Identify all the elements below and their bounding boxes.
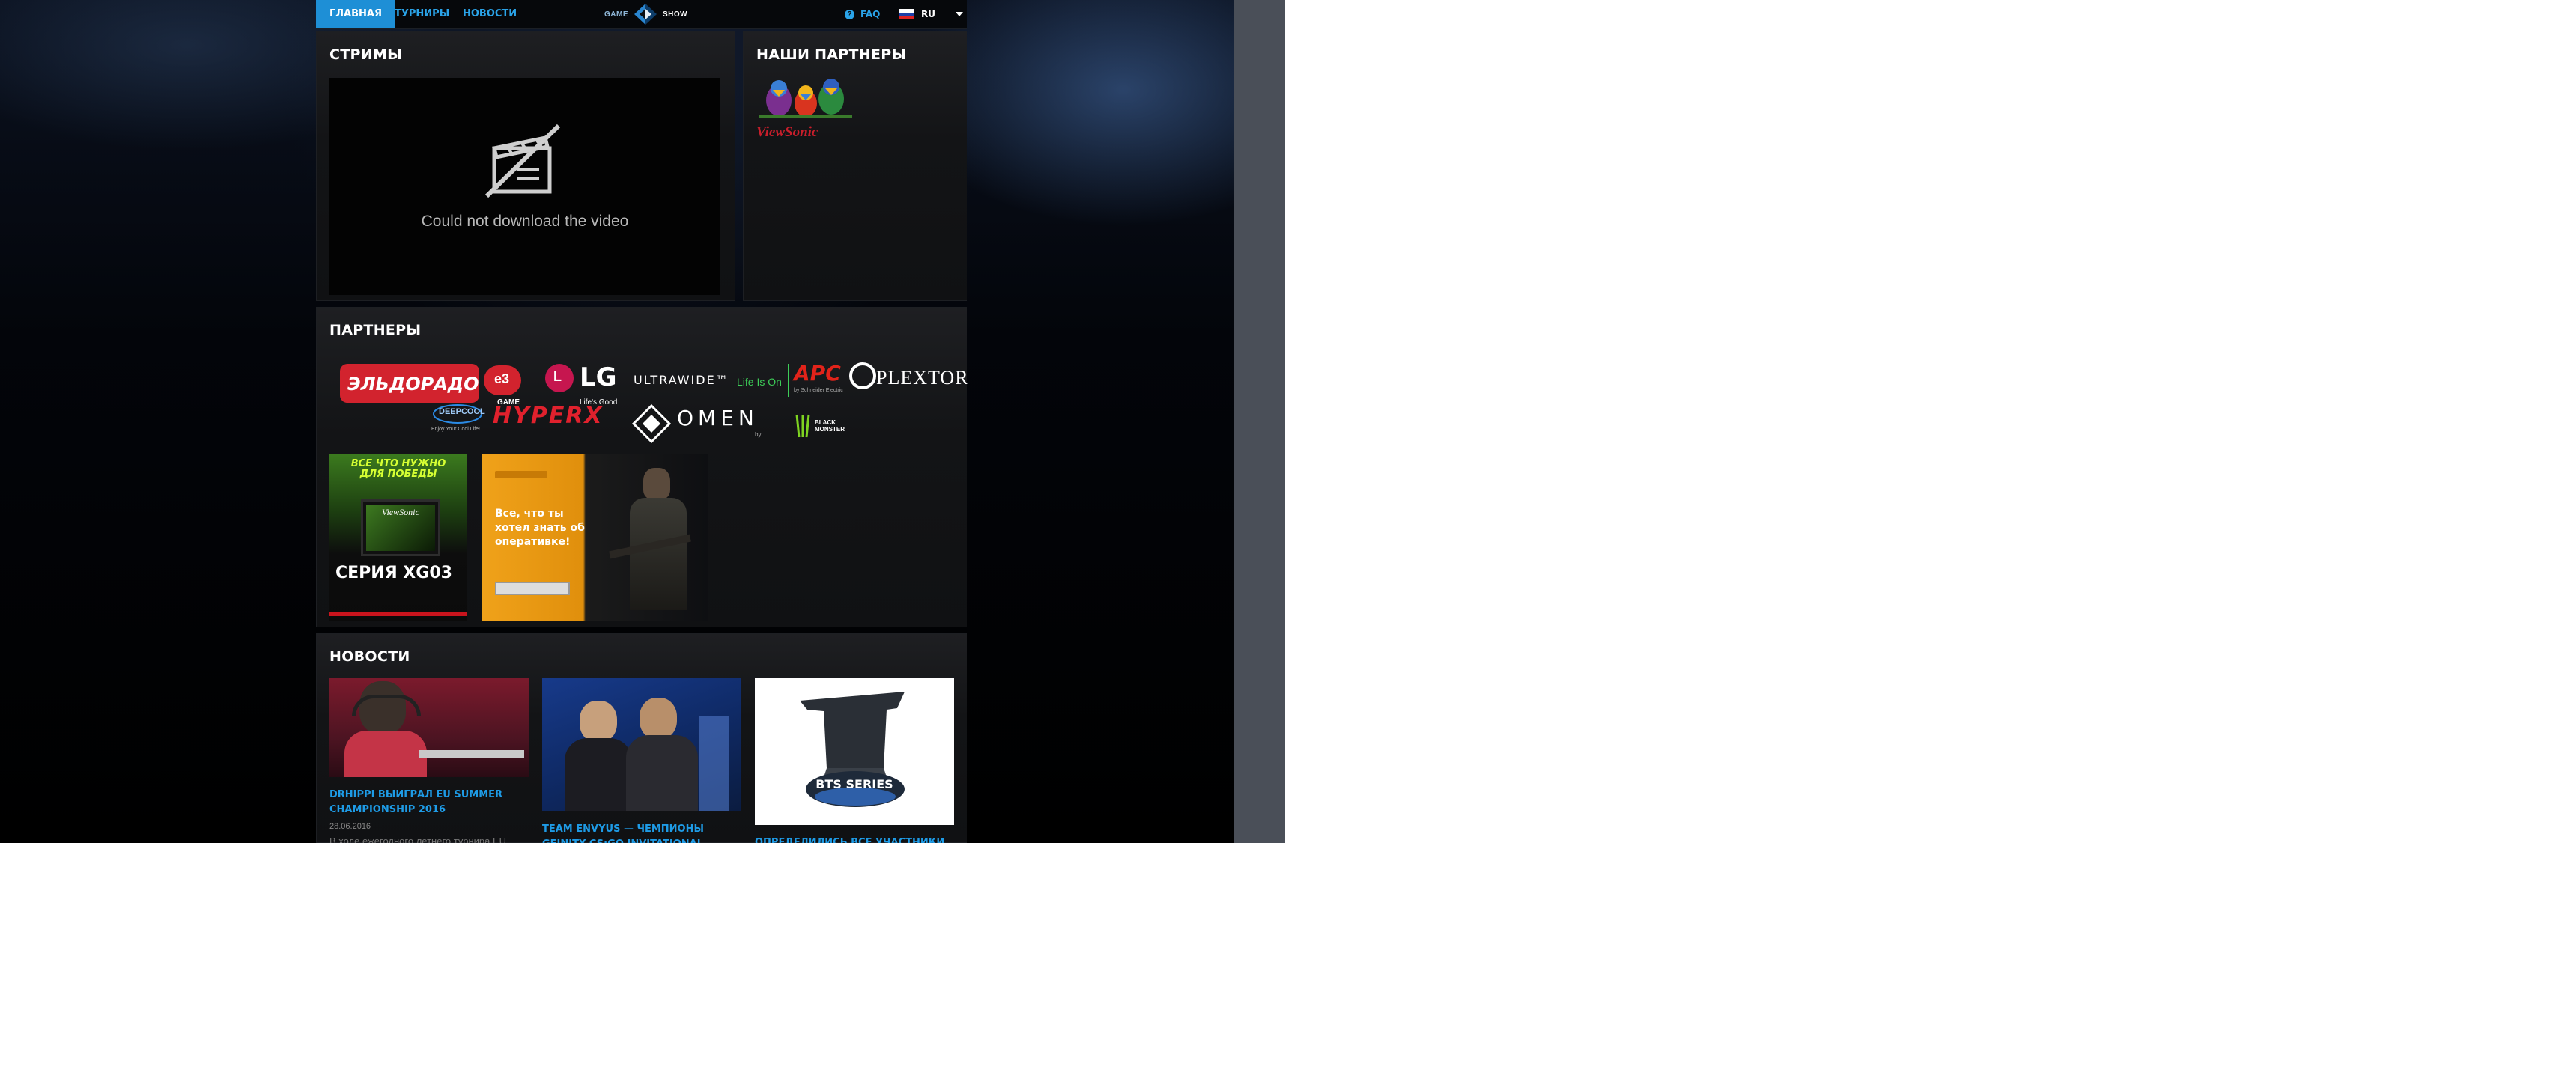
lg-logo[interactable]: LG [580, 362, 617, 392]
banner1-specs [335, 591, 461, 602]
video-unavailable-icon [484, 124, 561, 198]
russia-flag-icon [899, 9, 914, 20]
viewsonic-birds-icon [759, 79, 852, 118]
news-card[interactable]: BTS SERIES ОПРЕДЕЛИЛИСЬ ВСЕ УЧАСТНИКИ [755, 678, 954, 843]
banner2-brand-mark [495, 471, 547, 478]
nav-news[interactable]: НОВОСТИ [449, 0, 530, 28]
ram-promo-banner[interactable]: Все, что ты хотел знать об оперативке! [482, 454, 708, 621]
logo-word-show: SHOW [663, 10, 688, 19]
monster-claw-icon [795, 414, 810, 438]
question-icon: ? [845, 9, 854, 19]
video-player[interactable]: Could not download the video [329, 78, 720, 295]
site-logo[interactable]: GAME SHOW [604, 2, 687, 26]
news-image-team[interactable] [542, 678, 741, 811]
deepcool-tagline: Enjoy Your Cool Life! [431, 427, 480, 432]
language-selector[interactable]: RU [899, 0, 963, 28]
news-card[interactable]: TEAM ENVYUS — ЧЕМПИОНЫ GFINITY CS:GO INV… [542, 678, 741, 843]
news-panel: НОВОСТИ DRHIPPI ВЫИГРАЛ EU SUMMER CHAMPI… [316, 633, 967, 843]
logo-word-game: GAME [604, 10, 628, 19]
eldorado-text: ЭЛЬДОРАДО [347, 374, 479, 395]
page-background: ГЛАВНАЯ ТУРНИРЫ НОВОСТИ GAME SHOW ? FAQ [0, 0, 1285, 843]
omen-diamond-icon [632, 404, 671, 443]
life-is-on-logo[interactable]: Life Is On [737, 376, 782, 388]
partners-title: ПАРТНЕРЫ [329, 322, 422, 338]
our-partners-panel: НАШИ ПАРТНЕРЫ ViewSonic [743, 31, 967, 301]
banner2-text: Все, что ты хотел знать об оперативке! [495, 508, 585, 548]
viewsonic-wordmark: ViewSonic [756, 124, 818, 140]
omen-by-hp: by [755, 431, 762, 438]
game-badge-mark: e3 [494, 371, 510, 386]
hyperx-logo[interactable]: HYPERX [493, 403, 604, 429]
faq-link[interactable]: ? FAQ [845, 0, 880, 28]
news-date: 28.06.2016 [329, 822, 371, 831]
news-image-player[interactable] [329, 678, 529, 777]
partner-logos-strip: ЭЛЬДОРАДО e3 GAME L LG Life's Good ULTRA… [334, 358, 968, 443]
language-label: RU [921, 9, 935, 19]
news-headline[interactable]: DRHIPPI ВЫИГРАЛ EU SUMMER CHAMPIONSHIP 2… [329, 788, 529, 817]
apc-tagline: by Schneider Electric [794, 388, 843, 393]
bts-series-label: BTS SERIES [815, 777, 893, 791]
viewsonic-partner-logo[interactable]: ViewSonic [756, 78, 855, 144]
streams-title: СТРИМЫ [329, 46, 403, 63]
viewsonic-xg03-banner[interactable]: ВСЕ ЧТО НУЖНО ДЛЯ ПОБЕДЫ ViewSonic СЕРИЯ… [329, 454, 467, 621]
monster-energy-logo[interactable]: BLACK MONSTER [794, 413, 846, 439]
chevron-down-icon [955, 12, 963, 16]
news-card[interactable]: DRHIPPI ВЫИГРАЛ EU SUMMER CHAMPIONSHIP 2… [329, 678, 529, 843]
faq-label: FAQ [860, 9, 881, 19]
top-navigation: ГЛАВНАЯ ТУРНИРЫ НОВОСТИ GAME SHOW ? FAQ [316, 0, 967, 29]
deepcool-text: DEEPCOOL [439, 407, 485, 416]
banner1-series: СЕРИЯ XG03 [335, 564, 452, 582]
deepcool-logo[interactable]: DEEPCOOL Enjoy Your Cool Life! [431, 403, 485, 436]
banner1-red-bar [329, 612, 467, 616]
eldorado-logo[interactable]: ЭЛЬДОРАДО [340, 364, 479, 403]
streams-panel: СТРИМЫ Could not download the video [316, 31, 735, 301]
site-container: ГЛАВНАЯ ТУРНИРЫ НОВОСТИ GAME SHOW ? FAQ [316, 0, 968, 843]
video-error-message: Could not download the video [421, 213, 629, 230]
news-title: НОВОСТИ [329, 648, 410, 665]
apc-divider [788, 364, 789, 397]
bts-series-logo-icon [800, 692, 905, 807]
monster-text: BLACK MONSTER [815, 419, 845, 433]
plextor-ring-icon [849, 362, 876, 389]
ultrawide-logo[interactable]: ULTRAWIDE™ [634, 373, 729, 387]
omen-logo[interactable]: OMEN [677, 406, 759, 430]
news-headline[interactable]: TEAM ENVYUS — ЧЕМПИОНЫ GFINITY CS:GO INV… [542, 822, 741, 843]
news-headline[interactable]: ОПРЕДЕЛИЛИСЬ ВСЕ УЧАСТНИКИ [755, 835, 954, 843]
soldier-image [609, 468, 691, 618]
our-partners-title: НАШИ ПАРТНЕРЫ [756, 46, 907, 63]
banner1-headline: ВСЕ ЧТО НУЖНО ДЛЯ ПОБЕДЫ [350, 458, 446, 480]
news-image-bts[interactable]: BTS SERIES [755, 678, 954, 825]
plextor-logo[interactable]: PLEXTOR [876, 367, 969, 389]
partners-panel: ПАРТНЕРЫ ЭЛЬДОРАДО e3 GAME L LG Life's G… [316, 307, 968, 627]
logo-mark-icon [634, 4, 657, 25]
news-excerpt: В ходе ежегодного летнего турнира EU [329, 835, 507, 843]
eldorado-game-badge[interactable]: e3 [484, 365, 521, 395]
apc-logo[interactable]: APC [794, 361, 841, 386]
ram-stick-image [495, 582, 570, 595]
banner1-brand: ViewSonic [382, 507, 419, 517]
lg-circle-icon: L [545, 364, 574, 392]
